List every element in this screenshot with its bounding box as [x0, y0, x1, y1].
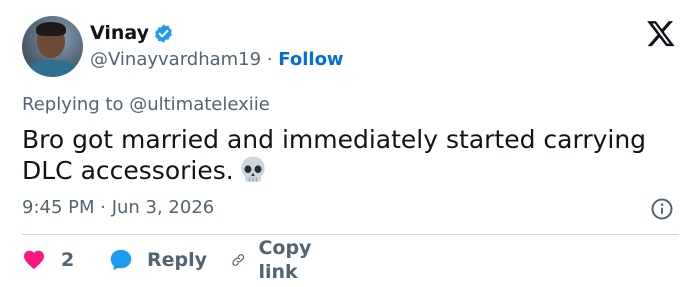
avatar-shirt — [26, 60, 78, 77]
tweet-body: Bro got married and immediately started … — [22, 125, 647, 185]
info-icon[interactable] — [650, 197, 674, 221]
author-display-name[interactable]: Vinay — [90, 21, 149, 45]
verified-badge-icon — [155, 24, 172, 43]
reply-mention[interactable]: @ultimatelexiie — [129, 94, 270, 115]
heart-icon — [24, 250, 44, 270]
reply-label: Reply — [147, 249, 208, 271]
speech-bubble-icon — [110, 249, 132, 271]
like-count: 2 — [61, 249, 75, 271]
reply-button[interactable]: Reply — [108, 246, 207, 274]
avatar[interactable] — [22, 16, 83, 77]
tweet-card: Vinay @Vinayvardham19 · Follow Replying … — [0, 0, 700, 287]
tweet-timestamp[interactable]: 9:45 PM · Jun 3, 2026 — [22, 196, 214, 220]
copy-link-label: Copy link — [258, 237, 312, 283]
reply-prefix: Replying to — [22, 94, 124, 115]
x-logo-icon[interactable] — [645, 18, 677, 48]
copy-link-button[interactable]: Copy link — [230, 237, 321, 283]
follow-button[interactable]: Follow — [278, 49, 343, 70]
like-button[interactable]: 2 — [22, 246, 74, 274]
author-handle[interactable]: @Vinayvardham19 — [90, 49, 261, 70]
link-icon — [232, 254, 245, 266]
divider — [22, 234, 679, 235]
avatar-hair — [36, 22, 66, 36]
tweet-text: Bro got married and immediately started … — [22, 124, 682, 186]
skull-emoji-icon — [241, 156, 265, 182]
author-handle-line: @Vinayvardham19 · Follow — [90, 48, 344, 72]
handle-separator: · — [266, 49, 273, 70]
reply-context: Replying to @ultimatelexiie — [22, 93, 270, 117]
